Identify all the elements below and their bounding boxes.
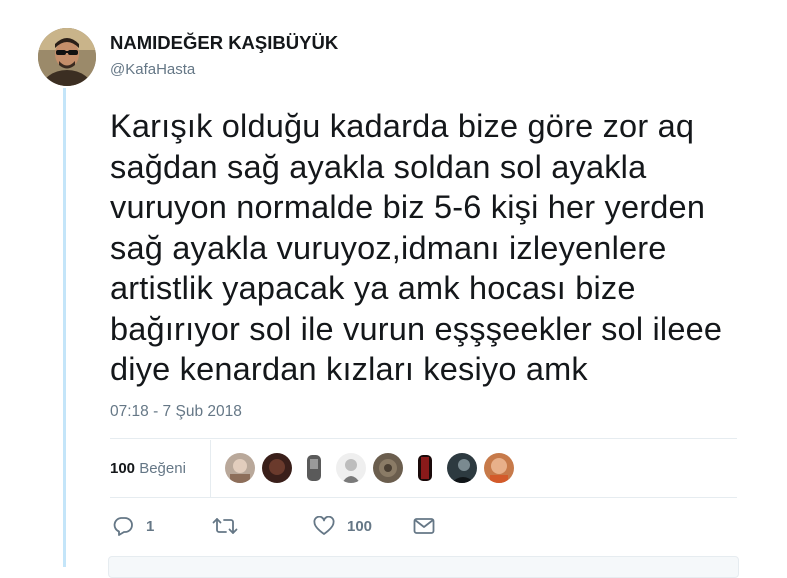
liker-avatar[interactable]: [299, 453, 329, 483]
thread-line: [63, 88, 66, 567]
tweet-text: Karışık olduğu kadarda bize göre zor aq …: [110, 106, 750, 390]
tweet-timestamp[interactable]: 07:18 - 7 Şub 2018: [110, 403, 242, 421]
envelope-icon: [413, 518, 435, 534]
tweet-text-line: vuruyon normalde biz 5-6 kişi her yerden: [110, 189, 706, 225]
heart-icon: [313, 516, 335, 535]
tweet-text-line: bağırıyor sol ile vurun eşşşeekler sol i…: [110, 310, 723, 347]
likes-count[interactable]: 100 Beğeni: [110, 460, 186, 477]
likes-number: 100: [110, 460, 136, 477]
author-name[interactable]: NAMIDEĞER KAŞIBÜYÜK: [110, 32, 338, 54]
liker-avatar[interactable]: [225, 453, 255, 483]
author-handle[interactable]: @KafaHasta: [110, 61, 195, 78]
tweet-text-line: Karışık olduğu kadarda bize göre zor aq: [110, 108, 695, 144]
tweet-text-line: sağdan sağ ayakla soldan sol ayakla: [110, 148, 647, 185]
liker-avatar[interactable]: [484, 453, 514, 483]
author-avatar[interactable]: [38, 28, 96, 86]
tweet-text-line: sağ ayakla vuruyoz,idmanı izleyenlere: [110, 229, 667, 266]
like-count: 100: [347, 517, 373, 535]
reply-icon: [113, 517, 133, 536]
like-button[interactable]: 100: [313, 514, 372, 538]
retweet-icon: [212, 518, 238, 534]
retweet-button[interactable]: [212, 514, 238, 538]
liker-avatar[interactable]: [336, 453, 366, 483]
liker-avatar[interactable]: [447, 453, 477, 483]
likes-label: Beğeni: [139, 460, 186, 477]
divider: [110, 438, 737, 439]
liker-avatar[interactable]: [262, 453, 292, 483]
reply-box[interactable]: [108, 556, 739, 578]
tweet-text-line: diye kenardan kızları kesiyo amk: [110, 351, 588, 387]
profile-photo-icon: [38, 28, 96, 86]
reply-button[interactable]: 1: [112, 514, 154, 538]
reply-count: 1: [146, 517, 155, 535]
liker-avatar[interactable]: [373, 453, 403, 483]
divider: [110, 497, 737, 498]
tweet-text-line: artistlik yapacak ya amk hocası bize: [110, 270, 636, 306]
stats-divider: [210, 440, 211, 497]
liker-avatar[interactable]: [410, 453, 440, 483]
message-button[interactable]: [413, 514, 435, 538]
